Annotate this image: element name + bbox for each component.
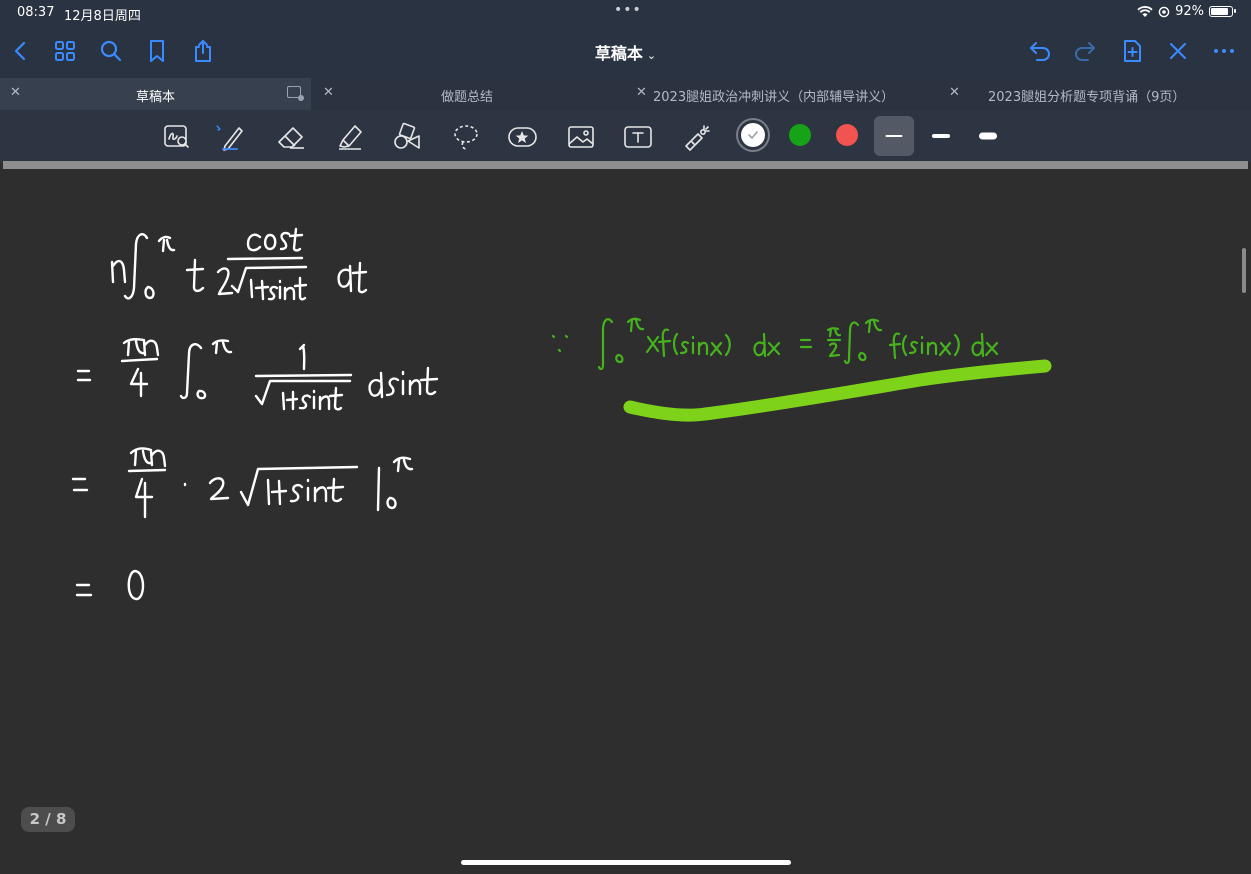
tab-close-icon[interactable]: ✕ — [323, 85, 334, 100]
vertical-scrollbar[interactable] — [1242, 248, 1246, 293]
handwriting-line-2 — [76, 337, 439, 411]
laser-pointer-icon[interactable] — [682, 122, 712, 152]
handwriting-line-4 — [75, 569, 145, 601]
tab-label: 草稿本 — [136, 90, 176, 105]
home-indicator[interactable] — [461, 860, 791, 865]
stroke-size-thin[interactable] — [874, 116, 914, 156]
color-red[interactable] — [836, 124, 858, 146]
tab-label: 2023腿姐分析题专项背诵（9页） — [988, 90, 1186, 105]
tab-close-icon[interactable]: ✕ — [949, 85, 960, 100]
status-date: 12月8日周四 — [64, 9, 141, 24]
status-indicators: 92% — [1137, 4, 1236, 19]
tab-close-icon[interactable]: ✕ — [10, 85, 21, 100]
color-green[interactable] — [789, 124, 811, 146]
handwriting-layer — [71, 227, 1052, 601]
zoom-lasso-icon[interactable] — [162, 122, 192, 152]
tab-politics-notes[interactable]: ✕ 2023腿姐政治冲刺讲义（内部辅导讲义） — [626, 78, 937, 110]
green-highlight-stroke — [623, 359, 1052, 422]
add-page-icon[interactable] — [1119, 38, 1145, 64]
tab-analysis-recitation[interactable]: ✕ 2023腿姐分析题专项背诵（9页） — [939, 78, 1251, 110]
note-canvas[interactable] — [0, 169, 1251, 874]
tab-bar: ✕ 草稿本 ✕ 做题总结 ✕ 2023腿姐政治冲刺讲义（内部辅导讲义） ✕ 20… — [0, 78, 1251, 110]
redo-icon[interactable] — [1072, 38, 1098, 64]
status-time: 08:37 — [17, 5, 55, 20]
page-scrubber[interactable] — [3, 161, 1248, 169]
stroke-size-medium[interactable] — [921, 116, 961, 156]
close-icon[interactable] — [1165, 38, 1191, 64]
tab-label: 2023腿姐政治冲刺讲义（内部辅导讲义） — [653, 90, 895, 105]
sticker-icon[interactable] — [507, 122, 537, 152]
document-title-text: 草稿本 — [594, 44, 643, 63]
pen-icon[interactable] — [215, 122, 245, 152]
tab-summary[interactable]: ✕ 做题总结 — [313, 78, 624, 110]
image-icon[interactable] — [566, 122, 596, 152]
eraser-icon[interactable] — [276, 122, 306, 152]
split-view-icon[interactable] — [287, 86, 304, 101]
chevron-down-icon: ⌄ — [646, 49, 657, 62]
tab-label: 做题总结 — [441, 90, 494, 105]
battery-percent: 92% — [1175, 4, 1204, 19]
shapes-icon[interactable] — [392, 122, 422, 152]
tab-close-icon[interactable]: ✕ — [636, 85, 647, 100]
nav-bar: 草稿本 ⌄ — [0, 26, 1251, 78]
tab-scratchpad[interactable]: ✕ 草稿本 — [0, 78, 311, 110]
text-icon[interactable] — [623, 122, 653, 152]
drawing-toolbar — [0, 110, 1251, 162]
lasso-icon[interactable] — [451, 122, 481, 152]
status-bar: 08:37 12月8日周四 ••• 92% — [0, 0, 1251, 26]
more-icon[interactable] — [1211, 38, 1237, 64]
document-title[interactable]: 草稿本 ⌄ — [0, 40, 1251, 64]
wifi-icon — [1137, 5, 1153, 17]
stroke-size-thick[interactable] — [968, 116, 1008, 156]
multitask-dots[interactable]: ••• — [614, 2, 642, 18]
checkmark-icon — [748, 131, 758, 140]
handwriting-line-3 — [71, 447, 414, 519]
battery-icon — [1209, 6, 1236, 17]
page-indicator[interactable]: 2 / 8 — [21, 807, 75, 832]
undo-icon[interactable] — [1027, 38, 1053, 64]
location-lock-icon — [1158, 6, 1170, 17]
color-white[interactable] — [741, 123, 765, 147]
green-annotation — [551, 317, 999, 371]
handwriting-line-1 — [110, 227, 368, 301]
highlighter-icon[interactable] — [335, 122, 365, 152]
